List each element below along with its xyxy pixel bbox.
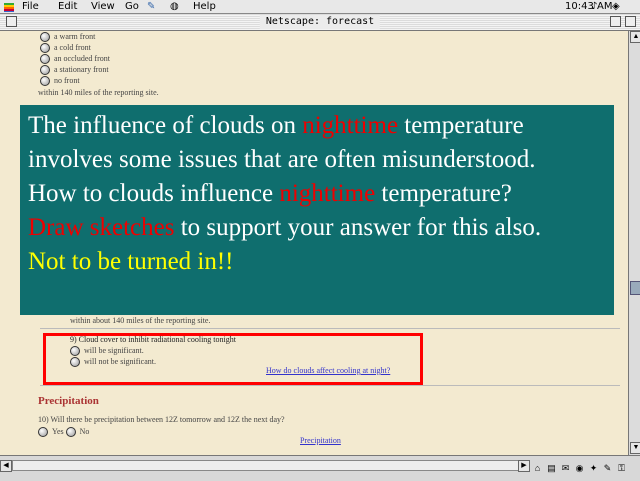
- list-item: an occluded front: [40, 54, 110, 65]
- apple-menu-icon[interactable]: [4, 1, 14, 12]
- precipitation-heading: Precipitation: [38, 395, 99, 407]
- radio-no[interactable]: [65, 427, 76, 438]
- radio-yes[interactable]: [38, 427, 48, 438]
- divider: [40, 328, 620, 329]
- precipitation-link[interactable]: Precipitation: [300, 436, 341, 446]
- list-item: a stationary front: [40, 65, 109, 76]
- scroll-down-icon[interactable]: ▼: [630, 442, 640, 454]
- security-icon[interactable]: ⚿: [616, 463, 627, 474]
- clock: 10:43 AM: [565, 1, 613, 12]
- collapse-box[interactable]: [625, 16, 636, 27]
- window-title: Netscape: forecast: [259, 15, 381, 29]
- menu-help[interactable]: Help: [193, 0, 216, 13]
- overlay-line-4: Draw sketches to support your answer for…: [28, 214, 542, 241]
- scroll-up-icon[interactable]: ▲: [630, 31, 640, 43]
- annotation-overlay: The influence of clouds on nighttime tem…: [20, 105, 614, 315]
- print-icon[interactable]: ▤: [546, 463, 557, 474]
- horizontal-scrollbar[interactable]: [12, 460, 519, 471]
- scroll-thumb[interactable]: [630, 281, 640, 295]
- highlight-box: [43, 333, 423, 385]
- scroll-left-icon[interactable]: ◀: [0, 460, 12, 472]
- radio-button[interactable]: [40, 76, 50, 87]
- balloon-help-icon[interactable]: ♪: [591, 0, 597, 13]
- netscape-app-icon[interactable]: ◈: [612, 0, 620, 13]
- overlay-line-2: involves some issues that are often misu…: [28, 146, 536, 173]
- radio-button[interactable]: [40, 65, 50, 76]
- status-bar: ◀ ▶ ⌂ ▤ ✉ ◉ ✦ ✎ ⚿: [0, 455, 640, 481]
- menu-edit[interactable]: Edit: [58, 0, 77, 13]
- static-text: within 140 miles of the reporting site.: [38, 88, 159, 97]
- help-icon[interactable]: ◍: [170, 0, 179, 13]
- zoom-box[interactable]: [610, 16, 621, 27]
- radio-button[interactable]: [40, 43, 50, 54]
- close-box[interactable]: [6, 16, 17, 27]
- pen-icon[interactable]: ✎: [147, 0, 155, 13]
- window-titlebar[interactable]: Netscape: forecast: [0, 14, 640, 31]
- news-icon[interactable]: ◉: [574, 463, 585, 474]
- vertical-scrollbar[interactable]: ▲ ▼: [628, 31, 640, 455]
- list-item: a warm front: [40, 32, 95, 43]
- radio-button[interactable]: [40, 54, 50, 65]
- overlay-line-1: The influence of clouds on nighttime tem…: [28, 112, 524, 139]
- menu-file[interactable]: File: [22, 0, 39, 13]
- menu-go[interactable]: Go: [125, 0, 139, 13]
- bookmark-icon[interactable]: ✦: [588, 463, 599, 474]
- q10-options: Yes No: [38, 427, 89, 438]
- menu-view[interactable]: View: [91, 0, 115, 13]
- list-item: a cold front: [40, 43, 91, 54]
- home-icon[interactable]: ⌂: [532, 463, 543, 474]
- overlay-line-3: How to clouds influence nighttime temper…: [28, 180, 512, 207]
- static-text: within about 140 miles of the reporting …: [70, 316, 211, 325]
- question-10: 10) Will there be precipitation between …: [38, 415, 285, 424]
- overlay-line-5: Not to be turned in!!: [28, 248, 234, 275]
- divider: [40, 385, 620, 386]
- list-item: no front: [40, 76, 80, 87]
- menu-bar: File Edit View Go ✎ ◍ Help 10:43 AM ♪ ◈: [0, 0, 640, 14]
- scroll-right-icon[interactable]: ▶: [518, 460, 530, 472]
- radio-button[interactable]: [40, 32, 50, 43]
- edit-icon[interactable]: ✎: [602, 463, 613, 474]
- mail-icon[interactable]: ✉: [560, 463, 571, 474]
